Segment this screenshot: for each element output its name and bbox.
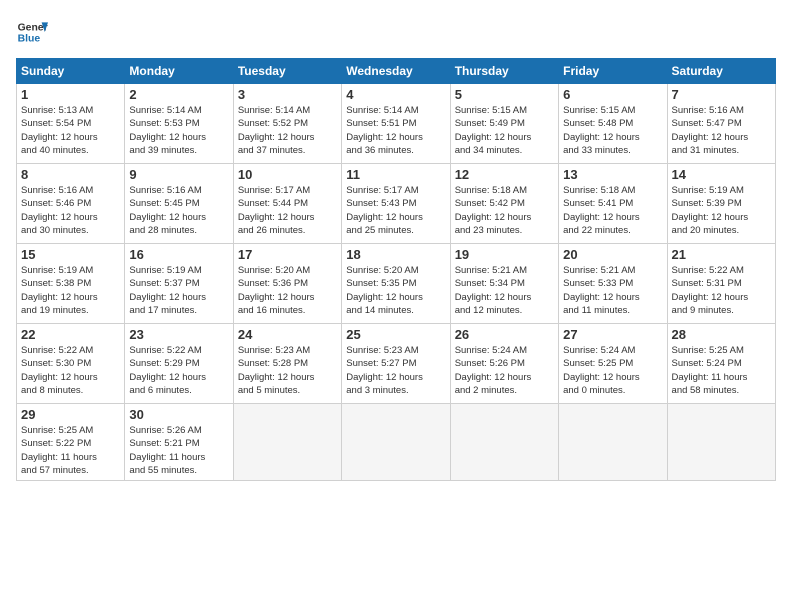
logo: General Blue	[16, 16, 48, 48]
table-row: 22Sunrise: 5:22 AMSunset: 5:30 PMDayligh…	[17, 324, 125, 404]
col-header-wednesday: Wednesday	[342, 59, 450, 84]
table-row: 3Sunrise: 5:14 AMSunset: 5:52 PMDaylight…	[233, 84, 341, 164]
logo-icon: General Blue	[16, 16, 48, 48]
table-row: 13Sunrise: 5:18 AMSunset: 5:41 PMDayligh…	[559, 164, 667, 244]
week-row-3: 15Sunrise: 5:19 AMSunset: 5:38 PMDayligh…	[17, 244, 776, 324]
calendar-table: SundayMondayTuesdayWednesdayThursdayFrid…	[16, 58, 776, 481]
table-row: 1Sunrise: 5:13 AMSunset: 5:54 PMDaylight…	[17, 84, 125, 164]
table-row: 29Sunrise: 5:25 AMSunset: 5:22 PMDayligh…	[17, 404, 125, 481]
table-row: 12Sunrise: 5:18 AMSunset: 5:42 PMDayligh…	[450, 164, 558, 244]
table-row	[450, 404, 558, 481]
table-row: 27Sunrise: 5:24 AMSunset: 5:25 PMDayligh…	[559, 324, 667, 404]
table-row: 17Sunrise: 5:20 AMSunset: 5:36 PMDayligh…	[233, 244, 341, 324]
col-header-saturday: Saturday	[667, 59, 775, 84]
table-row: 26Sunrise: 5:24 AMSunset: 5:26 PMDayligh…	[450, 324, 558, 404]
svg-text:Blue: Blue	[18, 34, 41, 45]
header-row: SundayMondayTuesdayWednesdayThursdayFrid…	[17, 59, 776, 84]
table-row: 21Sunrise: 5:22 AMSunset: 5:31 PMDayligh…	[667, 244, 775, 324]
table-row: 11Sunrise: 5:17 AMSunset: 5:43 PMDayligh…	[342, 164, 450, 244]
header: General Blue	[16, 16, 776, 48]
col-header-friday: Friday	[559, 59, 667, 84]
table-row: 16Sunrise: 5:19 AMSunset: 5:37 PMDayligh…	[125, 244, 233, 324]
week-row-1: 1Sunrise: 5:13 AMSunset: 5:54 PMDaylight…	[17, 84, 776, 164]
table-row: 8Sunrise: 5:16 AMSunset: 5:46 PMDaylight…	[17, 164, 125, 244]
table-row	[233, 404, 341, 481]
table-row: 4Sunrise: 5:14 AMSunset: 5:51 PMDaylight…	[342, 84, 450, 164]
week-row-5: 29Sunrise: 5:25 AMSunset: 5:22 PMDayligh…	[17, 404, 776, 481]
col-header-monday: Monday	[125, 59, 233, 84]
table-row: 28Sunrise: 5:25 AMSunset: 5:24 PMDayligh…	[667, 324, 775, 404]
week-row-4: 22Sunrise: 5:22 AMSunset: 5:30 PMDayligh…	[17, 324, 776, 404]
col-header-thursday: Thursday	[450, 59, 558, 84]
table-row: 5Sunrise: 5:15 AMSunset: 5:49 PMDaylight…	[450, 84, 558, 164]
table-row: 2Sunrise: 5:14 AMSunset: 5:53 PMDaylight…	[125, 84, 233, 164]
table-row: 9Sunrise: 5:16 AMSunset: 5:45 PMDaylight…	[125, 164, 233, 244]
table-row: 19Sunrise: 5:21 AMSunset: 5:34 PMDayligh…	[450, 244, 558, 324]
col-header-tuesday: Tuesday	[233, 59, 341, 84]
table-row: 24Sunrise: 5:23 AMSunset: 5:28 PMDayligh…	[233, 324, 341, 404]
table-row: 18Sunrise: 5:20 AMSunset: 5:35 PMDayligh…	[342, 244, 450, 324]
table-row	[342, 404, 450, 481]
table-row	[559, 404, 667, 481]
table-row: 7Sunrise: 5:16 AMSunset: 5:47 PMDaylight…	[667, 84, 775, 164]
table-row: 15Sunrise: 5:19 AMSunset: 5:38 PMDayligh…	[17, 244, 125, 324]
table-row: 20Sunrise: 5:21 AMSunset: 5:33 PMDayligh…	[559, 244, 667, 324]
table-row: 10Sunrise: 5:17 AMSunset: 5:44 PMDayligh…	[233, 164, 341, 244]
table-row	[667, 404, 775, 481]
week-row-2: 8Sunrise: 5:16 AMSunset: 5:46 PMDaylight…	[17, 164, 776, 244]
table-row: 30Sunrise: 5:26 AMSunset: 5:21 PMDayligh…	[125, 404, 233, 481]
col-header-sunday: Sunday	[17, 59, 125, 84]
table-row: 23Sunrise: 5:22 AMSunset: 5:29 PMDayligh…	[125, 324, 233, 404]
table-row: 25Sunrise: 5:23 AMSunset: 5:27 PMDayligh…	[342, 324, 450, 404]
table-row: 14Sunrise: 5:19 AMSunset: 5:39 PMDayligh…	[667, 164, 775, 244]
table-row: 6Sunrise: 5:15 AMSunset: 5:48 PMDaylight…	[559, 84, 667, 164]
